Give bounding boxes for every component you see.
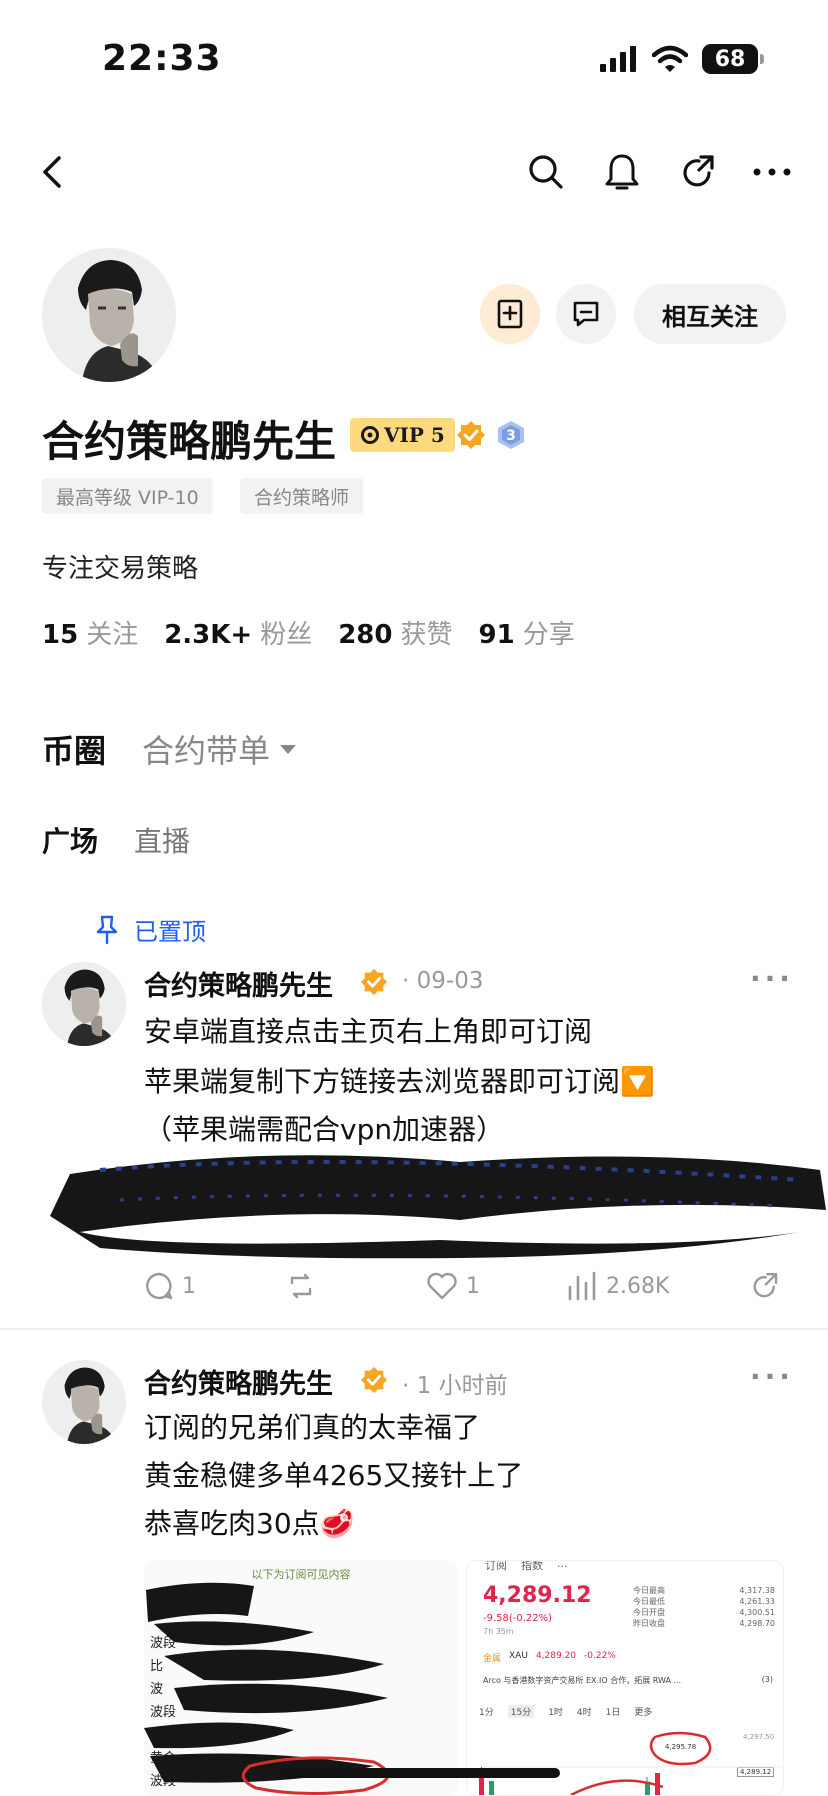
views-button[interactable]: 2.68K <box>566 1262 669 1310</box>
post-1-actions: 1 1 2.68K <box>144 1262 784 1310</box>
stat-shares-value: 91 <box>478 620 515 650</box>
message-button[interactable] <box>556 284 616 344</box>
vip-logo-icon <box>361 426 379 444</box>
post-1-line: 苹果端复制下方链接去浏览器即可订阅🔽 <box>144 1065 655 1098</box>
view-count: 2.68K <box>606 1273 670 1299</box>
battery-level: 68 <box>714 46 746 72</box>
repost-icon <box>290 1273 312 1299</box>
post-2-line: 黄金稳健多单4265又接针上了 <box>144 1459 524 1492</box>
verified-badge-icon <box>360 968 388 996</box>
post-2-image-left[interactable]: 以下为订阅可见内容 以太 波段 比 波 波段 黄金 波段 <box>144 1560 458 1796</box>
status-icons: 68 <box>600 44 764 74</box>
avatar-portrait <box>42 1360 126 1444</box>
level-badge-number: 3 <box>506 428 516 444</box>
stat-shares[interactable]: 91 分享 <box>479 614 575 651</box>
mutual-follow-button[interactable]: 相互关注 <box>634 284 786 344</box>
repost-button[interactable] <box>286 1262 316 1310</box>
level-badge-icon: 3 <box>498 421 524 449</box>
tag-highest-level: 最高等级 VIP-10 <box>42 478 213 514</box>
profile-bio: 专注交易策略 <box>42 554 199 584</box>
bar-chart-icon <box>568 1271 596 1301</box>
search-icon <box>529 155 563 189</box>
bell-icon <box>605 154 639 190</box>
post-share-button[interactable] <box>750 1262 780 1310</box>
post-1-author[interactable]: 合约策略鹏先生 <box>144 964 333 1003</box>
post-1-more-button[interactable]: ··· <box>750 962 794 995</box>
status-time: 22:33 <box>102 38 222 79</box>
share-icon <box>753 1272 778 1298</box>
post-2-line: 恭喜吃肉30点🥩 <box>144 1507 355 1540</box>
subscribe-button[interactable] <box>480 284 540 344</box>
tab-square[interactable]: 广场 <box>42 820 98 860</box>
heart-icon <box>427 1272 457 1300</box>
notification-button[interactable] <box>598 148 646 196</box>
profile-stats: 15 关注 2.3K+ 粉丝 280 获赞 91 分享 <box>42 614 575 651</box>
pinned-indicator: 已置顶 <box>96 912 206 947</box>
post-2-line: 订阅的兄弟们真的太幸福了 <box>144 1411 481 1444</box>
stat-likes[interactable]: 280 获赞 <box>338 614 452 651</box>
post-1-meta: · 09-03 <box>402 968 484 994</box>
post-2-meta: · 1 小时前 <box>402 1373 508 1399</box>
share-icon <box>683 155 714 187</box>
sub-tabs: 广场 直播 <box>42 820 190 860</box>
search-button[interactable] <box>522 148 570 196</box>
stat-followers-value: 2.3K+ <box>164 620 253 650</box>
avatar-portrait <box>42 962 126 1046</box>
comment-count: 1 <box>182 1273 196 1299</box>
pin-icon <box>96 915 118 944</box>
comment-icon <box>146 1272 173 1300</box>
status-bar: 22:33 68 <box>0 0 828 120</box>
post-2-author[interactable]: 合约策略鹏先生 <box>144 1362 333 1401</box>
like-button[interactable]: 1 <box>426 1262 480 1310</box>
stat-followers[interactable]: 2.3K+ 粉丝 <box>164 614 312 651</box>
profile-name: 合约策略鹏先生 <box>42 417 337 466</box>
redaction-scribble <box>144 1582 390 1796</box>
post-2-time: 1 小时前 <box>416 1373 508 1399</box>
bookmark-add-icon <box>497 299 523 329</box>
stat-following[interactable]: 15 关注 <box>42 614 138 651</box>
tab-live[interactable]: 直播 <box>134 820 190 860</box>
back-button[interactable] <box>28 148 76 196</box>
chevron-left-icon <box>43 156 61 188</box>
redaction-scribble <box>50 1155 826 1259</box>
share-button[interactable] <box>674 148 722 196</box>
pinned-label: 已置顶 <box>134 918 206 946</box>
stat-likes-label: 获赞 <box>400 620 453 650</box>
tag-strategist: 合约策略师 <box>240 478 364 514</box>
tab-contract-copy[interactable]: 合约带单 <box>142 726 297 772</box>
stat-following-value: 15 <box>42 620 79 650</box>
stat-following-label: 关注 <box>86 620 139 650</box>
comment-button[interactable]: 1 <box>144 1262 196 1310</box>
tab-contract-copy-label: 合约带单 <box>142 732 271 770</box>
avatar-portrait <box>42 248 176 382</box>
profile-avatar[interactable] <box>42 248 176 382</box>
caret-down-icon <box>280 744 297 754</box>
stat-likes-value: 280 <box>338 620 393 650</box>
message-icon <box>573 301 599 327</box>
home-indicator <box>280 1768 560 1778</box>
battery-icon: 68 <box>702 44 764 74</box>
tab-crypto-circle[interactable]: 币圈 <box>42 726 106 772</box>
vip-badge: VIP 5 <box>350 418 455 452</box>
stat-shares-label: 分享 <box>522 620 575 650</box>
post-1-line: 安卓端直接点击主页右上角即可订阅 <box>144 1015 593 1048</box>
more-button[interactable] <box>748 148 796 196</box>
post-1-time: 09-03 <box>416 968 484 994</box>
wifi-icon <box>652 45 688 72</box>
post-2-more-button[interactable]: ··· <box>750 1360 794 1393</box>
signal-icon <box>600 46 636 72</box>
post-2-image-right[interactable]: 订阅 指数 ... 4,289.12 -9.58(-0.22%) 7h 35m … <box>466 1560 784 1796</box>
post-2-avatar[interactable] <box>42 1360 126 1444</box>
vip-label: VIP 5 <box>384 423 445 447</box>
candlestick-sketch <box>479 1731 783 1795</box>
like-count: 1 <box>466 1273 480 1299</box>
post-1-avatar[interactable] <box>42 962 126 1046</box>
verified-badge-icon <box>457 421 485 449</box>
verified-badge-icon <box>360 1366 388 1394</box>
nav-bar <box>0 140 828 204</box>
main-tabs: 币圈 合约带单 <box>42 726 297 772</box>
more-dots-icon <box>753 168 791 176</box>
stat-followers-label: 粉丝 <box>260 620 313 650</box>
post-divider <box>0 1328 828 1330</box>
